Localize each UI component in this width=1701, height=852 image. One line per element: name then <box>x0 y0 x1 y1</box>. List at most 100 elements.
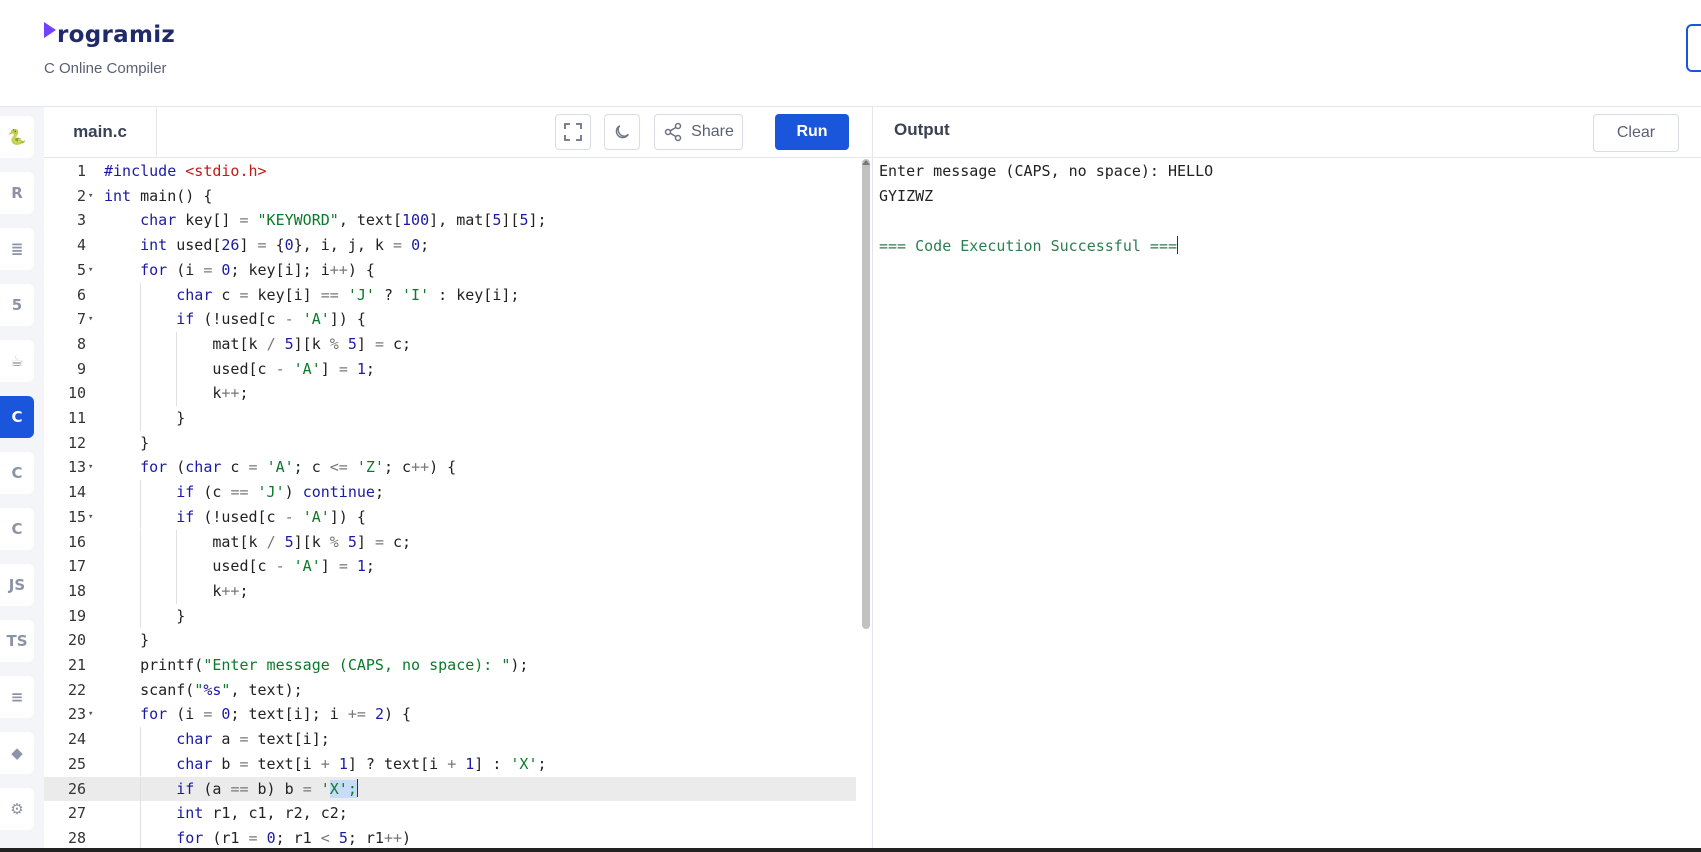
editor-scrollbar[interactable] <box>862 159 870 629</box>
line-number: 22 <box>67 680 86 699</box>
line-number: 10 <box>67 384 86 403</box>
sidebar-item-swift[interactable]: ◆ <box>0 732 34 774</box>
code-text: if (!used[c - 'A']) { <box>176 310 366 329</box>
code-text: used[c - 'A'] = 1; <box>104 359 375 378</box>
code-text: used[c - 'A'] = 1; <box>104 557 375 576</box>
line-number: 9 <box>76 359 86 378</box>
sidebar-item-rust[interactable]: ⚙ <box>0 788 34 830</box>
code-line[interactable]: 3 char key[] = "KEYWORD", text[100], mat… <box>44 208 856 233</box>
code-text: char a = text[i]; <box>176 730 330 749</box>
fold-arrow-icon[interactable]: ▾ <box>88 455 93 480</box>
run-button[interactable]: Run <box>775 114 849 150</box>
code-line[interactable]: 14 if (c == 'J') continue; <box>44 480 856 505</box>
bottom-edge <box>0 848 1701 852</box>
code-text: if (c == 'J') continue; <box>176 483 384 502</box>
code-text: char c = key[i] == 'J' ? 'I' : key[i]; <box>176 285 520 304</box>
code-line[interactable]: 10 k++; <box>44 381 856 406</box>
html-icon: 5 <box>11 296 23 314</box>
sidebar-item-cpp[interactable]: C <box>0 452 34 494</box>
code-line[interactable]: 24 char a = text[i]; <box>44 727 856 752</box>
code-area[interactable]: 1 #include <stdio.h> 2 ▾ int main() {3 char … <box>44 159 859 852</box>
line-number: 5 <box>76 260 86 279</box>
java-icon: ☕ <box>10 352 24 370</box>
code-editor-panel: main.c Share Run 1 #include <stdio.h> 2 ▾ in… <box>44 107 873 852</box>
sidebar-item-r[interactable]: R <box>0 172 34 214</box>
output-panel: Output Clear Enter message (CAPS, no spa… <box>873 107 1701 852</box>
csharp-icon: C <box>11 520 23 538</box>
code-line[interactable]: 7 ▾ if (!used[c - 'A']) { <box>44 307 856 332</box>
code-line[interactable]: 17 used[c - 'A'] = 1; <box>44 554 856 579</box>
sidebar-item-sql[interactable]: ≣ <box>0 228 34 270</box>
fold-arrow-icon[interactable]: ▾ <box>88 702 93 727</box>
code-line[interactable]: 18 k++; <box>44 578 856 604</box>
programiz-logo[interactable]: rogramiz <box>44 22 175 48</box>
code-line[interactable]: 6 char c = key[i] == 'J' ? 'I' : key[i]; <box>44 282 856 308</box>
line-number: 27 <box>67 804 86 823</box>
code-line[interactable]: 25 char b = text[i + 1] ? text[i + 1] : … <box>44 751 856 777</box>
sidebar-item-ts[interactable]: TS <box>0 620 34 662</box>
code-text: k++; <box>104 384 249 403</box>
code-line[interactable]: 20 } <box>44 628 856 653</box>
code-text: char b = text[i + 1] ? text[i + 1] : 'X'… <box>176 754 547 773</box>
line-number: 8 <box>76 334 86 353</box>
fullscreen-button[interactable] <box>555 114 591 150</box>
line-number: 15 <box>67 507 86 526</box>
scroll-up-arrow-icon[interactable] <box>862 160 870 165</box>
page-subtitle: C Online Compiler <box>44 60 167 77</box>
code-text: int r1, c1, r2, c2; <box>176 804 348 823</box>
editor-toolbar: main.c Share Run <box>44 107 872 158</box>
code-line[interactable]: 11 } <box>44 406 856 431</box>
code-text: scanf("%s", text); <box>104 680 303 699</box>
line-number: 3 <box>76 211 86 230</box>
code-text: if (!used[c - 'A']) { <box>176 507 366 526</box>
swift-icon: ◆ <box>11 744 23 762</box>
file-tab-main-c[interactable]: main.c <box>44 107 157 157</box>
dark-mode-toggle[interactable] <box>604 114 640 150</box>
code-line[interactable]: 1 #include <stdio.h> <box>44 159 856 184</box>
header-action-button[interactable] <box>1686 24 1701 72</box>
code-text: for (i = 0; key[i]; i++) { <box>140 260 375 279</box>
code-line[interactable]: 16 mat[k / 5][k % 5] = c; <box>44 529 856 555</box>
sidebar-item-csharp[interactable]: C <box>0 508 34 550</box>
code-line[interactable]: 13 ▾ for (char c = 'A'; c <= 'Z'; c++) { <box>44 455 856 480</box>
code-line[interactable]: 12 } <box>44 431 856 456</box>
share-label: Share <box>691 123 734 140</box>
line-number: 19 <box>67 606 86 625</box>
clear-button[interactable]: Clear <box>1593 114 1679 152</box>
code-line[interactable]: 5 ▾ for (i = 0; key[i]; i++) { <box>44 258 856 283</box>
sidebar-item-go[interactable]: ≡ <box>0 676 34 718</box>
fold-arrow-icon[interactable]: ▾ <box>88 505 93 530</box>
code-text: mat[k / 5][k % 5] = c; <box>104 334 412 353</box>
code-line[interactable]: 15 ▾ if (!used[c - 'A']) { <box>44 504 856 530</box>
code-line[interactable]: 4 int used[26] = {0}, i, j, k = 0; <box>44 233 856 258</box>
code-text: k++; <box>104 581 249 600</box>
code-line[interactable]: 22 scanf("%s", text); <box>44 678 856 703</box>
fold-arrow-icon[interactable]: ▾ <box>88 307 93 332</box>
fold-arrow-icon[interactable]: ▾ <box>88 258 93 283</box>
code-line[interactable]: 28 for (r1 = 0; r1 < 5; r1++) <box>44 825 856 851</box>
code-line[interactable]: 21 printf("Enter message (CAPS, no space… <box>44 653 856 678</box>
ts-icon: TS <box>6 632 28 650</box>
c-icon: C <box>11 408 23 426</box>
sidebar-item-c[interactable]: C <box>0 396 34 438</box>
line-number: 23 <box>67 705 86 724</box>
output-line: Enter message (CAPS, no space): HELLO <box>879 162 1214 180</box>
sidebar-item-html[interactable]: 5 <box>0 284 34 326</box>
code-line[interactable]: 23 ▾ for (i = 0; text[i]; i += 2) { <box>44 702 856 727</box>
code-line[interactable]: 19 } <box>44 603 856 629</box>
execution-status: === Code Execution Successful === <box>879 236 1179 256</box>
sidebar-item-js[interactable]: JS <box>0 564 34 606</box>
code-line[interactable]: 2 ▾ int main() { <box>44 184 856 209</box>
output-title: Output <box>894 120 950 139</box>
python-icon: 🐍 <box>7 128 27 146</box>
code-line[interactable]: 27 int r1, c1, r2, c2; <box>44 801 856 826</box>
sidebar-item-java[interactable]: ☕ <box>0 340 34 382</box>
language-sidebar: 🐍 R ≣ 5 ☕ C C C JS TS ≡ ◆ ⚙ <box>0 107 45 852</box>
code-line[interactable]: 9 used[c - 'A'] = 1; <box>44 356 856 382</box>
share-button[interactable]: Share <box>654 114 743 150</box>
code-line[interactable]: 8 mat[k / 5][k % 5] = c; <box>44 331 856 357</box>
sidebar-item-python[interactable]: 🐍 <box>0 116 34 158</box>
text-cursor <box>1177 236 1179 255</box>
fold-arrow-icon[interactable]: ▾ <box>88 184 93 209</box>
code-line[interactable]: 26 if (a == b) b = 'X'; <box>44 776 856 802</box>
